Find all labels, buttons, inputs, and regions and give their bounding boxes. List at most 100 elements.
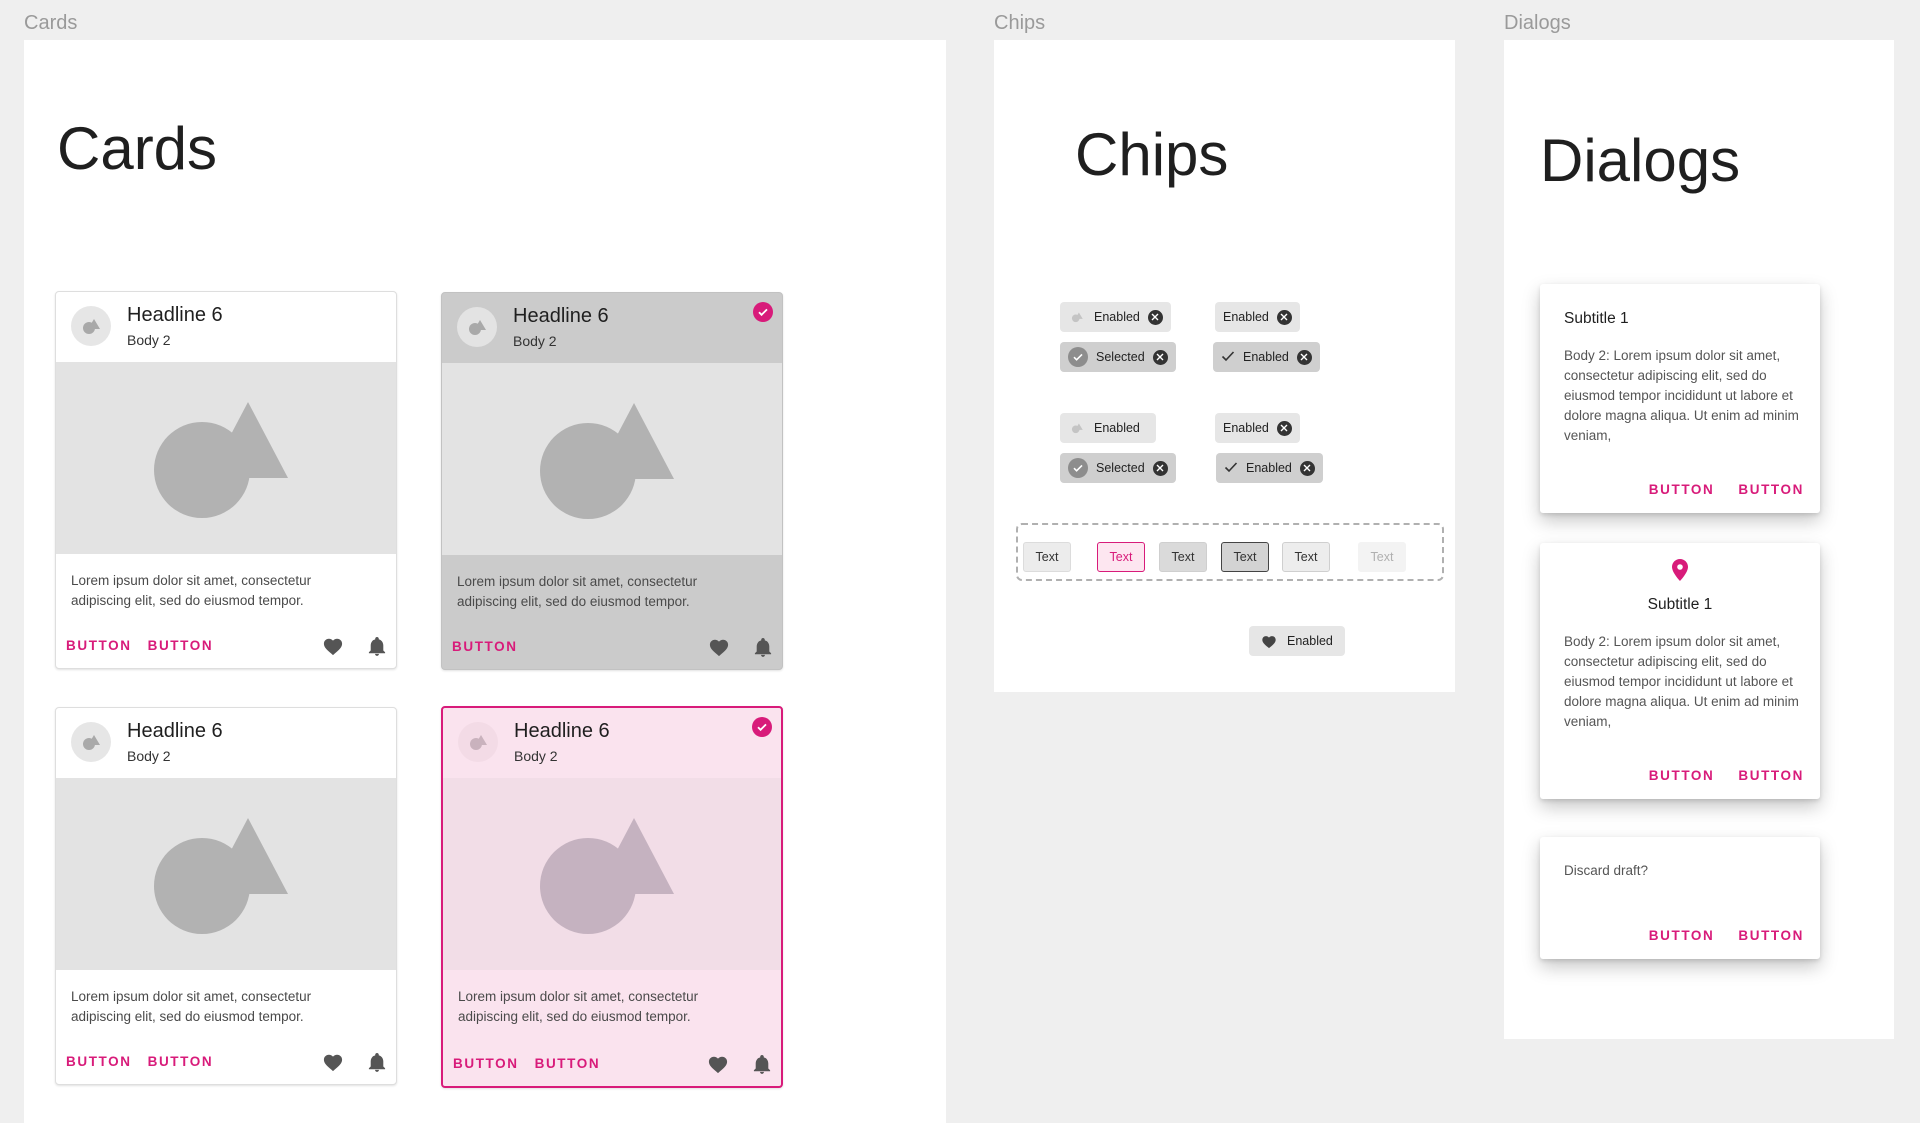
choice-chip[interactable]: Text [1282, 542, 1330, 572]
card-selected-pink[interactable]: Headline 6 Body 2 Lorem ipsum dolor sit … [441, 706, 783, 1088]
choice-chip[interactable]: Text [1023, 542, 1071, 572]
card-header: Headline 6 Body 2 [443, 708, 781, 778]
card-headline: Headline 6 [127, 304, 223, 326]
dialog-body: Body 2: Lorem ipsum dolor sit amet, cons… [1564, 634, 1799, 729]
input-chip[interactable]: Enabled [1060, 302, 1171, 332]
cancel-icon[interactable] [1276, 420, 1292, 436]
shapes-icon [1068, 308, 1086, 326]
card-actions: BUTTON [452, 639, 518, 654]
chip-label: Selected [1096, 350, 1145, 364]
card-media [443, 778, 781, 970]
dialog-button[interactable]: BUTTON [1738, 482, 1804, 497]
chip-label: Enabled [1243, 350, 1289, 364]
card-media [442, 363, 782, 555]
choice-chip-focused[interactable]: Text [1097, 542, 1145, 572]
input-chip[interactable]: Enabled [1060, 413, 1156, 443]
heart-icon[interactable] [322, 636, 344, 656]
bell-icon[interactable] [754, 637, 772, 657]
card-headline: Headline 6 [513, 305, 609, 327]
card-media [56, 778, 396, 970]
choice-chip-pressed[interactable]: Text [1159, 542, 1207, 572]
card-button[interactable]: BUTTON [148, 638, 214, 653]
card-button[interactable]: BUTTON [66, 1054, 132, 1069]
cancel-icon[interactable] [1152, 349, 1168, 365]
bell-icon[interactable] [368, 1052, 386, 1072]
heart-icon[interactable] [322, 1052, 344, 1072]
chip-label: Enabled [1094, 310, 1140, 324]
choice-chip-group: Text Text Text Text Text Text [1016, 523, 1444, 581]
check-icon [1221, 350, 1235, 365]
input-chip[interactable]: Enabled [1215, 302, 1300, 332]
dialog-button[interactable]: BUTTON [1649, 482, 1715, 497]
input-chip-selected[interactable]: Selected [1060, 453, 1176, 483]
card-button[interactable]: BUTTON [453, 1056, 519, 1071]
cancel-icon[interactable] [1152, 460, 1168, 476]
card-icons [708, 637, 772, 657]
frame-label-chips: Chips [994, 12, 1046, 34]
dialog-actions: BUTTON BUTTON [1649, 768, 1804, 783]
card-supporting-text: Lorem ipsum dolor sit amet, consectetur … [71, 989, 312, 1024]
heart-icon [1262, 635, 1276, 648]
dialog-button[interactable]: BUTTON [1649, 768, 1715, 783]
check-circle-icon [1068, 458, 1088, 478]
filter-chip-selected[interactable]: Enabled [1213, 342, 1320, 372]
card-header: Headline 6 Body 2 [442, 293, 782, 363]
shapes-placeholder-icon [540, 403, 674, 519]
card-button[interactable]: BUTTON [66, 638, 132, 653]
check-icon [1224, 461, 1238, 476]
choice-chip-selected[interactable]: Text [1221, 542, 1269, 572]
bell-icon[interactable] [753, 1054, 771, 1074]
cancel-icon[interactable] [1296, 349, 1312, 365]
avatar [457, 307, 497, 347]
dialog-subtitle: Subtitle 1 [1564, 310, 1629, 327]
card-actions: BUTTON BUTTON [66, 638, 213, 653]
dialog-with-icon: Subtitle 1 Body 2: Lorem ipsum dolor sit… [1540, 543, 1820, 799]
card-enabled[interactable]: Headline 6 Body 2 Lorem ipsum dolor sit … [55, 291, 397, 669]
chip-label: Enabled [1094, 421, 1140, 435]
cancel-icon[interactable] [1276, 309, 1292, 325]
shapes-placeholder-icon [154, 402, 288, 518]
choice-chip-disabled: Text [1358, 542, 1406, 572]
card-enabled[interactable]: Headline 6 Body 2 Lorem ipsum dolor sit … [55, 707, 397, 1085]
check-icon [752, 717, 772, 737]
shapes-icon [1068, 419, 1086, 437]
dialog-body: Body 2: Lorem ipsum dolor sit amet, cons… [1564, 348, 1799, 443]
shapes-placeholder-icon [154, 818, 288, 934]
card-body2: Body 2 [513, 333, 557, 349]
dialog-button[interactable]: BUTTON [1738, 928, 1804, 943]
filter-chip-selected[interactable]: Enabled [1216, 453, 1323, 483]
card-supporting-text: Lorem ipsum dolor sit amet, consectetur … [457, 574, 698, 609]
chip-label: Enabled [1223, 421, 1269, 435]
shapes-icon [470, 735, 487, 750]
input-chip[interactable]: Enabled [1215, 413, 1300, 443]
card-button[interactable]: BUTTON [148, 1054, 214, 1069]
chip-label: Enabled [1246, 461, 1292, 475]
card-headline: Headline 6 [127, 720, 223, 742]
card-actions: BUTTON BUTTON [66, 1054, 213, 1069]
dialog-actions: BUTTON BUTTON [1649, 928, 1804, 943]
card-supporting-text: Lorem ipsum dolor sit amet, consectetur … [458, 989, 699, 1024]
bell-icon[interactable] [368, 636, 386, 656]
dialog-button[interactable]: BUTTON [1738, 768, 1804, 783]
shapes-icon [83, 735, 100, 750]
card-button[interactable]: BUTTON [452, 639, 518, 654]
avatar [71, 306, 111, 346]
heart-icon[interactable] [708, 637, 730, 657]
dialog-body: Discard draft? [1564, 863, 1649, 878]
card-selected[interactable]: Headline 6 Body 2 Lorem ipsum dolor sit … [441, 292, 783, 670]
chips-title: Chips [1075, 121, 1229, 188]
input-chip-selected[interactable]: Selected [1060, 342, 1176, 372]
frame-label-dialogs: Dialogs [1504, 12, 1571, 34]
heart-icon[interactable] [707, 1054, 729, 1074]
action-chip[interactable]: Enabled [1249, 626, 1345, 656]
dialog-confirm: Discard draft? BUTTON BUTTON [1540, 837, 1820, 959]
check-icon [753, 302, 773, 322]
cancel-icon[interactable] [1299, 460, 1315, 476]
card-header: Headline 6 Body 2 [56, 292, 396, 362]
card-body2: Body 2 [127, 748, 171, 764]
card-button[interactable]: BUTTON [535, 1056, 601, 1071]
cancel-icon[interactable] [1147, 309, 1163, 325]
dialog-actions: BUTTON BUTTON [1649, 482, 1804, 497]
location-pin-icon [1540, 559, 1820, 581]
dialog-button[interactable]: BUTTON [1649, 928, 1715, 943]
